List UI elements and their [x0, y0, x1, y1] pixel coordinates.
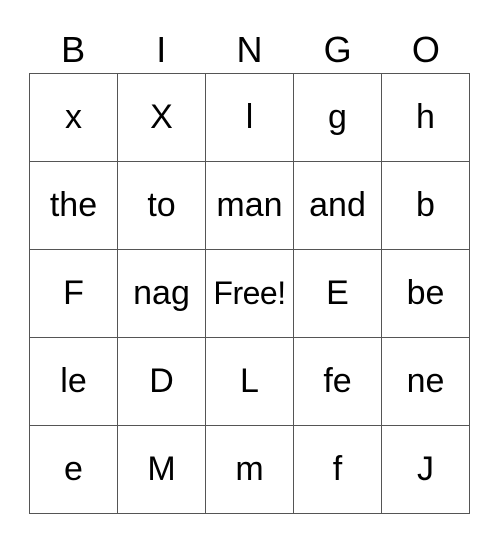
- free-space-cell[interactable]: Free!: [206, 250, 294, 338]
- bingo-header: B I N G O: [29, 28, 471, 72]
- header-letter-i: I: [156, 29, 167, 70]
- bingo-cell[interactable]: m: [206, 426, 294, 514]
- bingo-cell[interactable]: e: [30, 426, 118, 514]
- bingo-cell[interactable]: le: [30, 338, 118, 426]
- bingo-cell[interactable]: l: [206, 74, 294, 162]
- bingo-cell[interactable]: f: [294, 426, 382, 514]
- bingo-cell[interactable]: man: [206, 162, 294, 250]
- bingo-cell[interactable]: g: [294, 74, 382, 162]
- bingo-cell[interactable]: x: [30, 74, 118, 162]
- bingo-cell[interactable]: M: [118, 426, 206, 514]
- header-letter-n: N: [236, 29, 263, 70]
- bingo-cell[interactable]: the: [30, 162, 118, 250]
- bingo-cell[interactable]: fe: [294, 338, 382, 426]
- bingo-cell[interactable]: F: [30, 250, 118, 338]
- header-letter-b: B: [61, 29, 86, 70]
- bingo-cell[interactable]: and: [294, 162, 382, 250]
- bingo-cell[interactable]: b: [382, 162, 470, 250]
- bingo-card-grid: x Xl g h the to man and b Fnag Free! Ebe le D Lfe ne e Mm…: [29, 73, 470, 514]
- bingo-cell[interactable]: to: [118, 162, 206, 250]
- bingo-cell[interactable]: nag: [118, 250, 206, 338]
- bingo-cell[interactable]: h: [382, 74, 470, 162]
- header-letter-o: O: [411, 29, 440, 70]
- bingo-cell[interactable]: ne: [382, 338, 470, 426]
- bingo-cell[interactable]: J: [382, 426, 470, 514]
- bingo-cell[interactable]: E: [294, 250, 382, 338]
- header-letter-g: G: [323, 29, 352, 70]
- bingo-cell[interactable]: D: [118, 338, 206, 426]
- bingo-cell[interactable]: X: [118, 74, 206, 162]
- bingo-cell[interactable]: L: [206, 338, 294, 426]
- bingo-cell[interactable]: be: [382, 250, 470, 338]
